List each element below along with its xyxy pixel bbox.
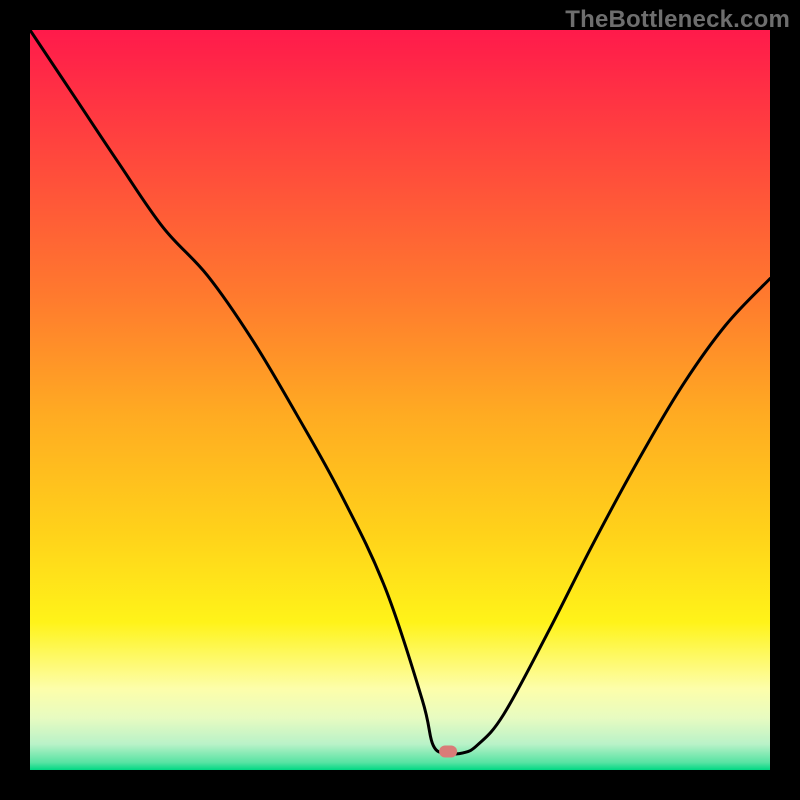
chart-frame: TheBottleneck.com xyxy=(0,0,800,800)
optimal-marker xyxy=(439,746,457,758)
gradient-background xyxy=(30,30,770,770)
bottleneck-chart xyxy=(30,30,770,770)
